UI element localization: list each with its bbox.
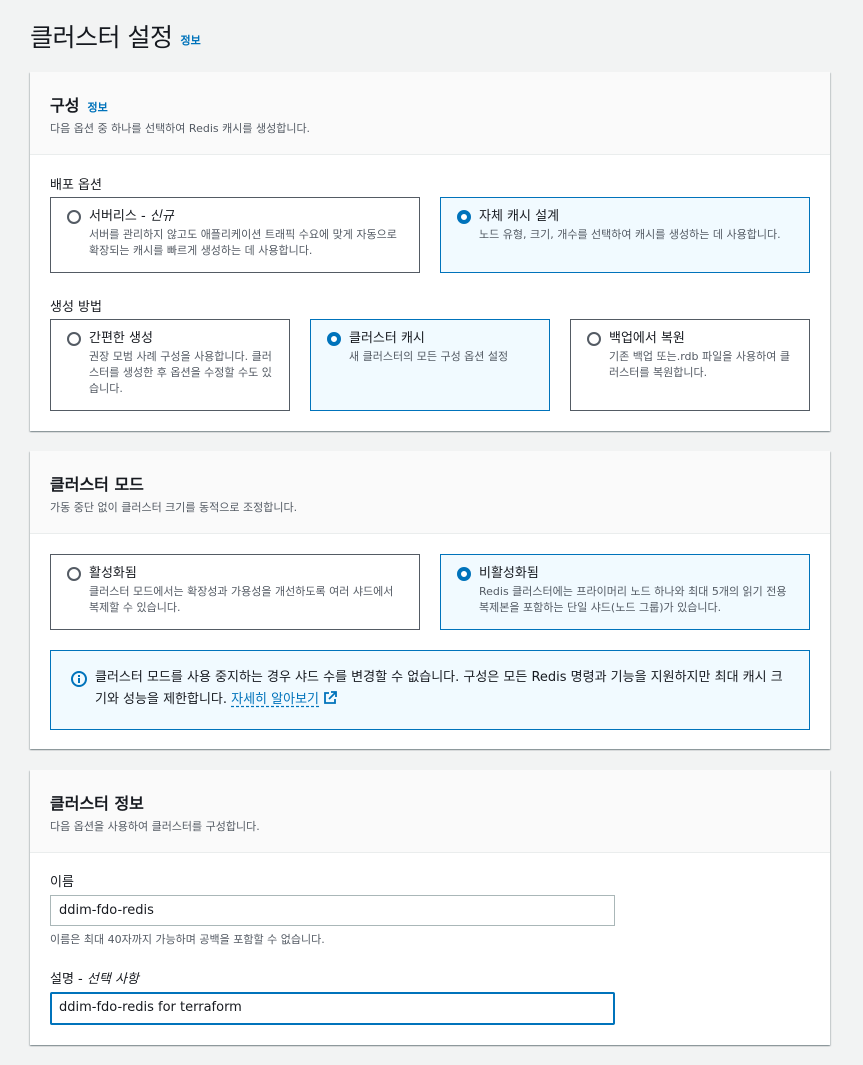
cluster-info-description: 다음 옵션을 사용하여 클러스터를 구성합니다. — [50, 820, 260, 833]
config-panel: 구성 정보 다음 옵션 중 하나를 선택하여 Redis 캐시를 생성합니다. 배… — [30, 72, 830, 431]
learn-more-link[interactable]: 자세히 알아보기 — [231, 692, 319, 707]
description-label: 설명 - 선택 사항 — [50, 972, 139, 987]
radio-design-own[interactable] — [457, 210, 471, 224]
info-circle-icon — [71, 671, 87, 687]
config-panel-header: 구성 정보 다음 옵션 중 하나를 선택하여 Redis 캐시를 생성합니다. — [30, 72, 830, 155]
method-cluster-cache[interactable]: 클러스터 캐시 새 클러스터의 모든 구성 옵션 설정 — [310, 319, 550, 411]
cluster-mode-description: 가동 중단 없이 클러스터 크기를 동적으로 조정합니다. — [50, 501, 298, 514]
description-input[interactable]: ddim-fdo-redis for terraform — [50, 992, 615, 1025]
design-own-title: 자체 캐시 설계 — [479, 209, 560, 224]
radio-restore-backup[interactable] — [587, 332, 601, 346]
page-title: 클러스터 설정 정보 — [30, 23, 201, 52]
design-own-description: 노드 유형, 크기, 개수를 선택하여 캐시를 생성하는 데 사용합니다. — [479, 228, 781, 241]
radio-easy-create[interactable] — [67, 332, 81, 346]
method-restore-backup[interactable]: 백업에서 복원 기존 백업 또는.rdb 파일을 사용하여 클러스터를 복원합니… — [570, 319, 810, 411]
enabled-title: 활성화됨 — [89, 566, 137, 581]
easy-create-title: 간편한 생성 — [89, 331, 153, 346]
name-input[interactable]: ddim-fdo-redis — [50, 895, 615, 926]
cluster-cache-description: 새 클러스터의 모든 구성 옵션 설정 — [349, 350, 509, 363]
serverless-description: 서버를 관리하지 않고도 애플리케이션 트래픽 수요에 맞게 자동으로 확장되는… — [89, 228, 397, 257]
page-info-link[interactable]: 정보 — [180, 34, 200, 47]
restore-backup-description: 기존 백업 또는.rdb 파일을 사용하여 클러스터를 복원합니다. — [609, 350, 790, 379]
radio-disabled[interactable] — [457, 567, 471, 581]
info-alert: 클러스터 모드를 사용 중지하는 경우 샤드 수를 변경할 수 없습니다. 구성… — [50, 650, 810, 730]
config-description: 다음 옵션 중 하나를 선택하여 Redis 캐시를 생성합니다. — [50, 122, 311, 135]
radio-enabled[interactable] — [67, 567, 81, 581]
radio-serverless[interactable] — [67, 210, 81, 224]
cluster-mode-panel: 클러스터 모드 가동 중단 없이 클러스터 크기를 동적으로 조정합니다. 활성… — [30, 451, 830, 749]
deploy-option-serverless[interactable]: 서버리스 - 신규 서버를 관리하지 않고도 애플리케이션 트래픽 수요에 맞게… — [50, 197, 420, 273]
cluster-mode-title: 클러스터 모드 — [50, 475, 144, 494]
cluster-info-panel: 클러스터 정보 다음 옵션을 사용하여 클러스터를 구성합니다. 이름 ddim… — [30, 770, 830, 1045]
disabled-title: 비활성화됨 — [479, 566, 539, 581]
cluster-cache-title: 클러스터 캐시 — [349, 331, 425, 346]
config-title: 구성 — [50, 96, 80, 115]
name-label: 이름 — [50, 875, 74, 890]
enabled-description: 클러스터 모드에서는 확장성과 가용성을 개선하도록 여러 샤드에서 복제할 수… — [89, 585, 394, 614]
creation-method-label: 생성 방법 — [50, 300, 102, 315]
name-hint: 이름은 최대 40자까지 가능하며 공백을 포함할 수 없습니다. — [50, 933, 325, 946]
cluster-info-header: 클러스터 정보 다음 옵션을 사용하여 클러스터를 구성합니다. — [30, 770, 830, 853]
restore-backup-title: 백업에서 복원 — [609, 331, 685, 346]
config-info-link[interactable]: 정보 — [87, 99, 107, 115]
deploy-option-design-own[interactable]: 자체 캐시 설계 노드 유형, 크기, 개수를 선택하여 캐시를 생성하는 데 … — [440, 197, 810, 273]
deploy-option-label: 배포 옵션 — [50, 178, 102, 193]
cluster-mode-disabled[interactable]: 비활성화됨 Redis 클러스터에는 프라이머리 노드 하나와 최대 5개의 읽… — [440, 554, 810, 630]
cluster-mode-enabled[interactable]: 활성화됨 클러스터 모드에서는 확장성과 가용성을 개선하도록 여러 샤드에서 … — [50, 554, 420, 630]
external-link-icon[interactable] — [323, 691, 337, 705]
alert-text: 클러스터 모드를 사용 중지하는 경우 샤드 수를 변경할 수 없습니다. 구성… — [95, 670, 783, 707]
cluster-info-title: 클러스터 정보 — [50, 794, 144, 813]
disabled-description: Redis 클러스터에는 프라이머리 노드 하나와 최대 5개의 읽기 전용 복… — [479, 585, 787, 614]
method-easy-create[interactable]: 간편한 생성 권장 모범 사례 구성을 사용합니다. 클러스터를 생성한 후 옵… — [50, 319, 290, 411]
radio-cluster-cache[interactable] — [327, 332, 341, 346]
easy-create-description: 권장 모범 사례 구성을 사용합니다. 클러스터를 생성한 후 옵션을 수정할 … — [89, 350, 272, 395]
cluster-mode-header: 클러스터 모드 가동 중단 없이 클러스터 크기를 동적으로 조정합니다. — [30, 451, 830, 534]
